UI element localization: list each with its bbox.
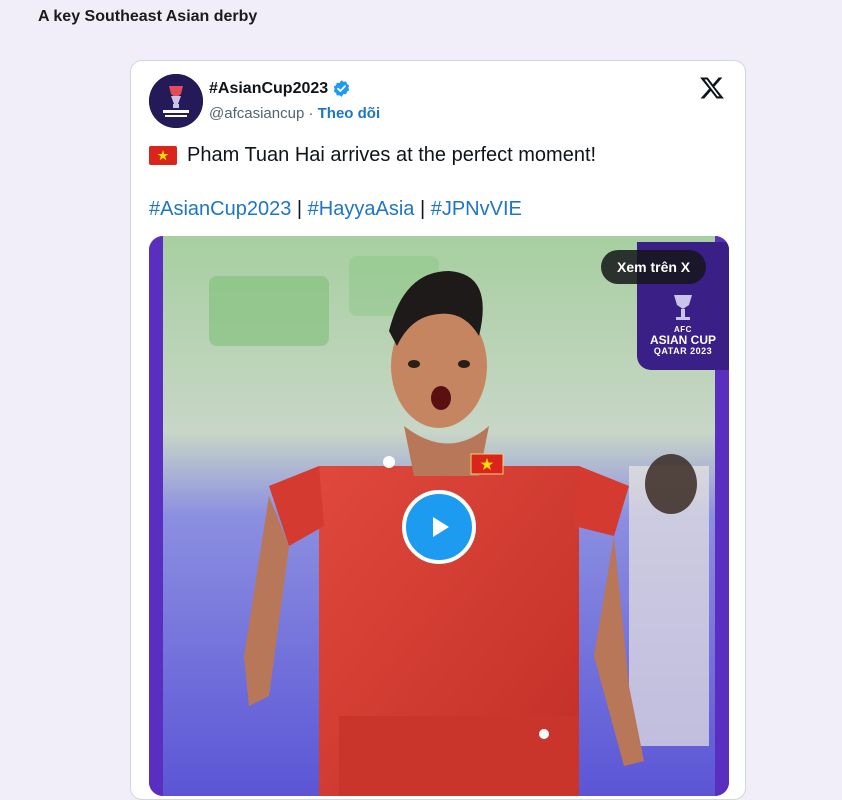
account-handle[interactable]: @afcasiancup (209, 105, 304, 122)
tweet-body: Pham Tuan Hai arrives at the perfect mom… (187, 144, 597, 166)
embedded-tweet-card[interactable]: #AsianCup2023 @afcasiancup · Theo dõi Ph… (130, 60, 746, 800)
trophy-icon (674, 295, 692, 320)
hashtag-hayyaasia[interactable]: #HayyaAsia (308, 198, 415, 220)
play-icon (433, 517, 449, 537)
account-name[interactable]: #AsianCup2023 (209, 79, 351, 98)
tweet-text: Pham Tuan Hai arrives at the perfect mom… (149, 144, 596, 167)
play-button[interactable] (402, 490, 476, 564)
afc-asian-cup-avatar[interactable] (149, 74, 203, 128)
video-media[interactable]: AFC ASIAN CUP QATAR 2023 Xem trên X (149, 236, 729, 796)
hashtag-line: #AsianCup2023 | #HayyaAsia | #JPNvVIE (149, 198, 522, 221)
account-handle-line: @afcasiancup · Theo dõi (209, 105, 380, 122)
display-name[interactable]: #AsianCup2023 (209, 80, 328, 98)
hashtag-separator: | (296, 198, 303, 220)
hashtag-asiancup2023[interactable]: #AsianCup2023 (149, 198, 291, 220)
hashtag-separator: | (419, 198, 426, 220)
badge-line3: QATAR 2023 (653, 346, 713, 356)
hashtag-jpnvvie[interactable]: #JPNvVIE (431, 198, 522, 220)
vietnam-flag-icon (149, 146, 177, 165)
verified-badge-icon (333, 80, 350, 97)
view-on-x-button[interactable]: Xem trên X (601, 250, 707, 284)
badge-line2: ASIAN CUP (649, 333, 716, 347)
handle-separator: · (308, 105, 314, 122)
article-heading: A key Southeast Asian derby (38, 8, 258, 25)
x-logo-icon[interactable] (699, 75, 725, 101)
follow-button[interactable]: Theo dõi (318, 105, 381, 122)
